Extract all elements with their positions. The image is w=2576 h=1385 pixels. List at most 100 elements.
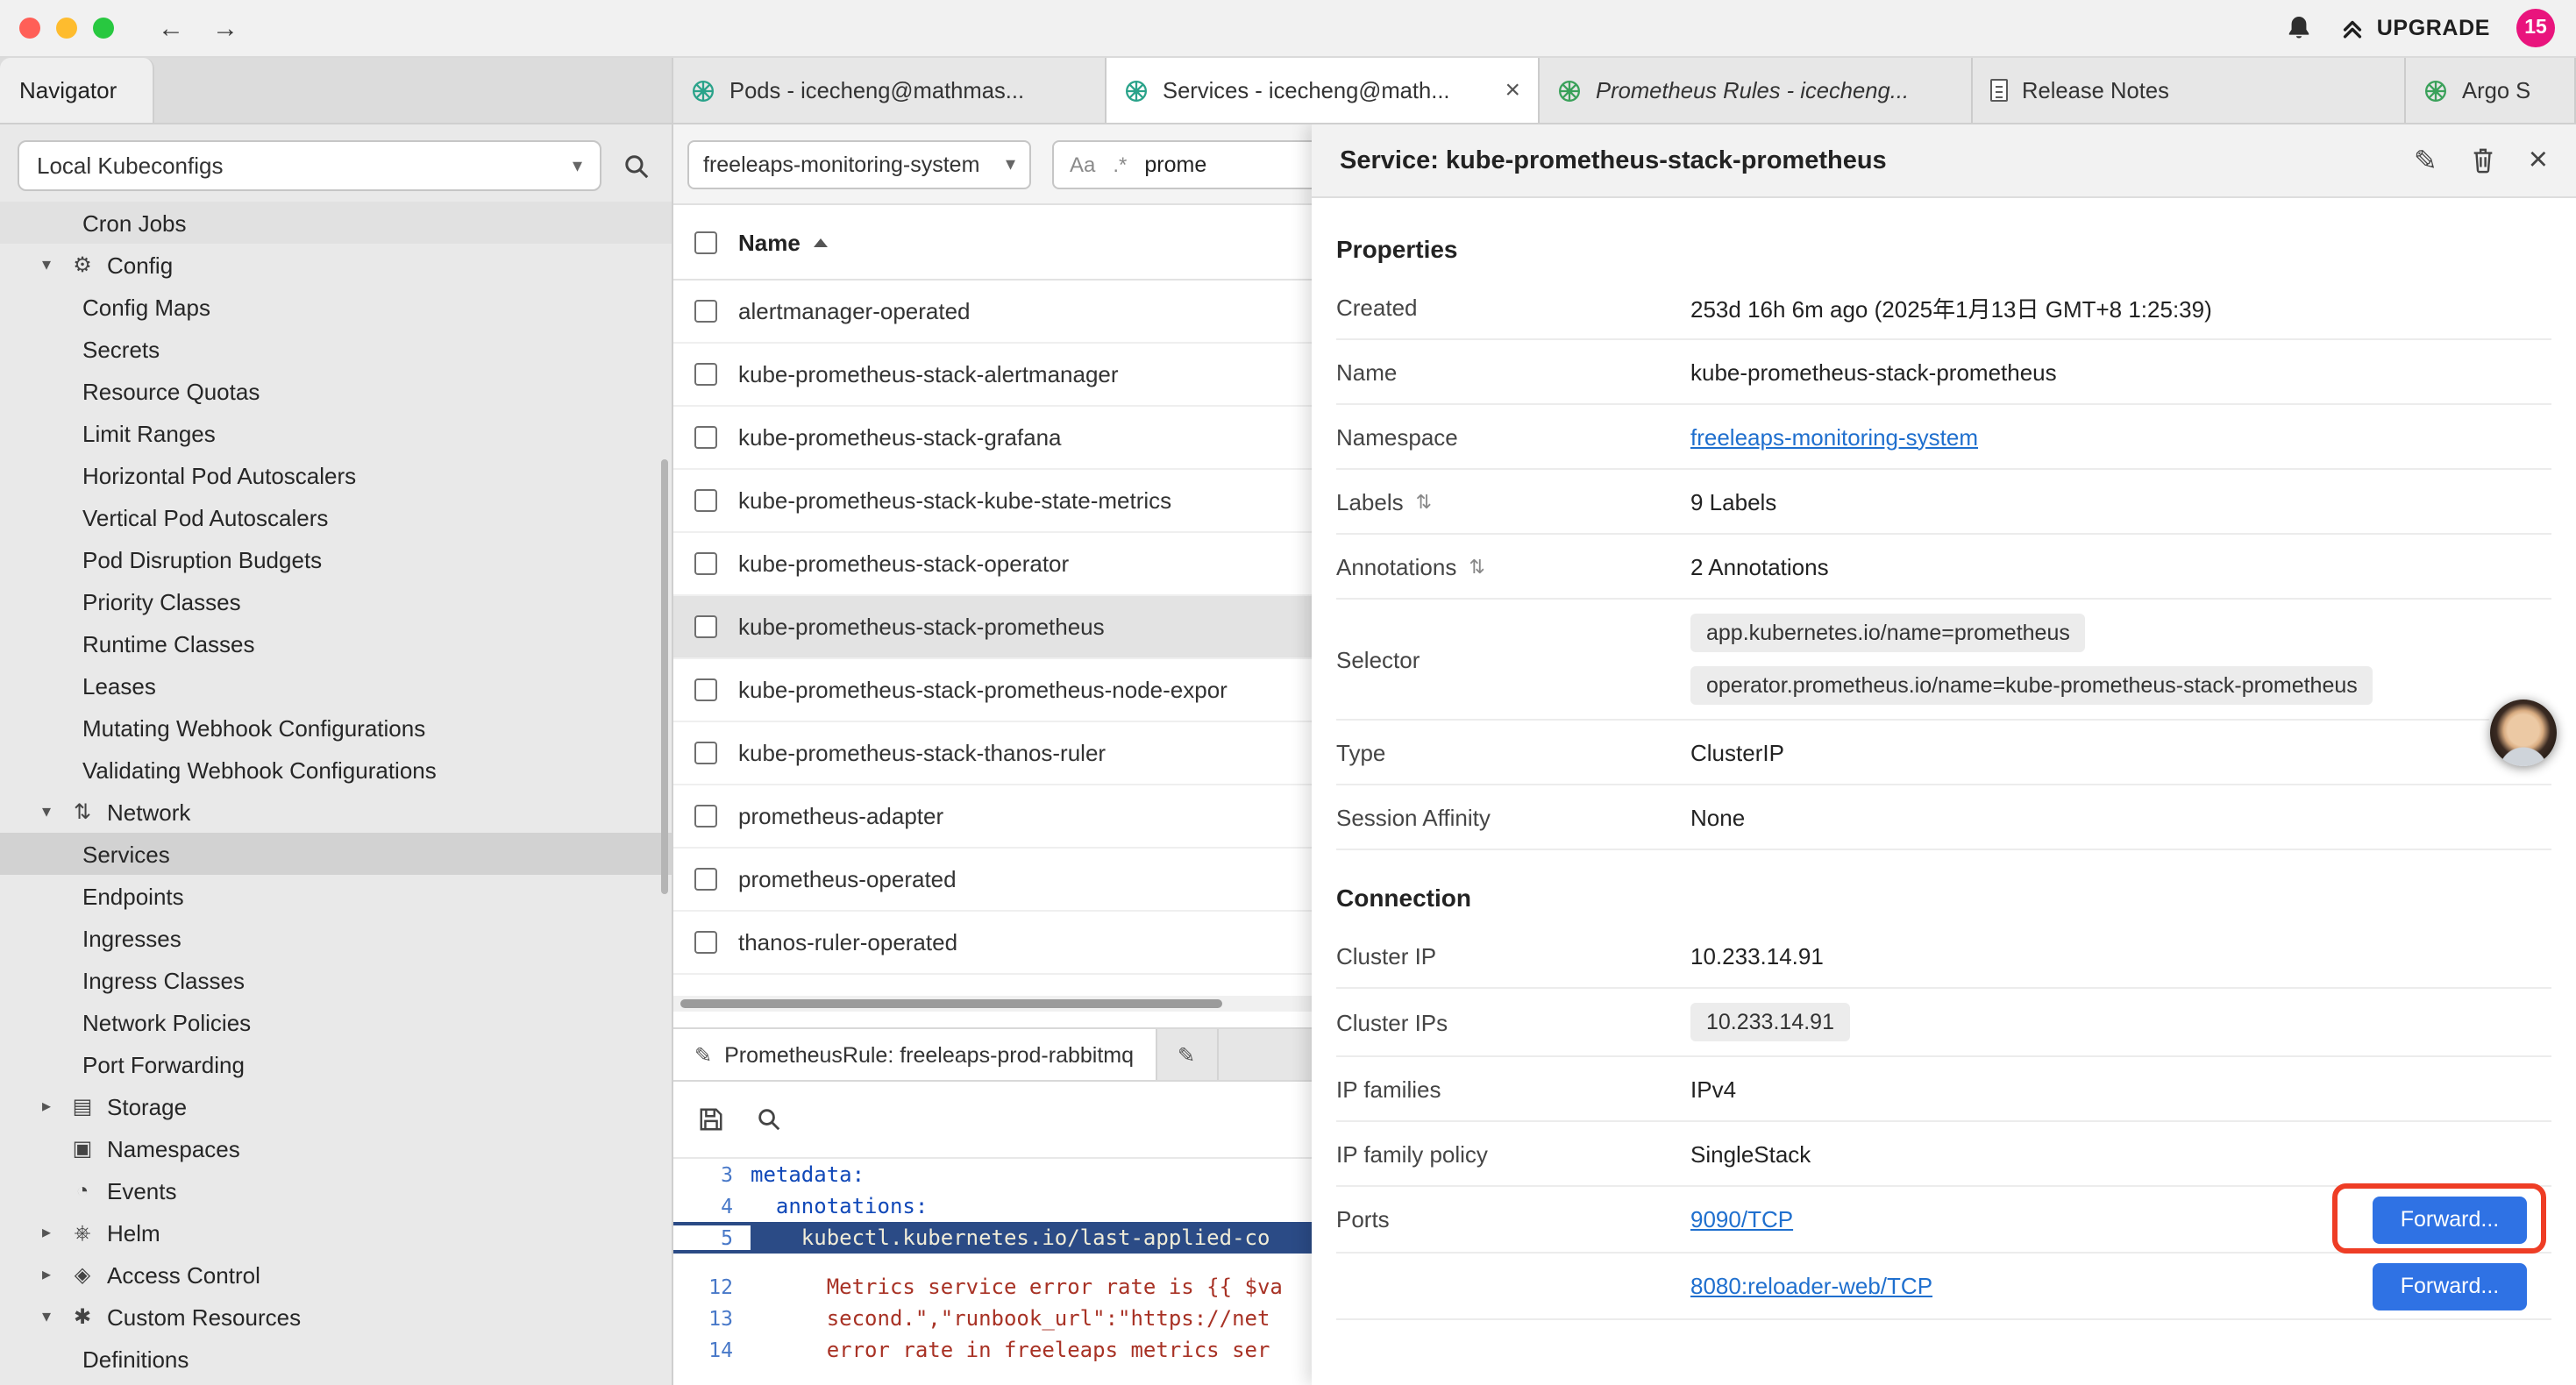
sidebar-item-events[interactable]: ◔Events [0, 1169, 672, 1211]
select-all-checkbox[interactable] [694, 231, 717, 253]
sidebar-item-config-maps[interactable]: Config Maps [0, 286, 672, 328]
row-checkbox[interactable] [694, 678, 717, 701]
navigator-tab[interactable]: Navigator [0, 58, 154, 123]
tab-close-icon[interactable]: × [1505, 77, 1520, 103]
sidebar-item-network[interactable]: ▾⇅Network [0, 791, 672, 833]
sidebar-item-resource-quotas[interactable]: Resource Quotas [0, 370, 672, 412]
row-checkbox[interactable] [694, 426, 717, 449]
horizontal-scrollbar-thumb[interactable] [680, 999, 1222, 1008]
sidebar-item-namespaces[interactable]: ▣Namespaces [0, 1127, 672, 1169]
close-drawer-icon[interactable]: × [2529, 144, 2548, 177]
list-search-input[interactable]: Aa .* prome [1052, 139, 1312, 188]
save-icon[interactable] [698, 1106, 724, 1133]
sidebar-item-helm[interactable]: ▸⎈Helm [0, 1211, 672, 1254]
sidebar-item-services[interactable]: Services [0, 833, 672, 875]
table-row-kube-prometheus-stack-alertmanager[interactable]: kube-prometheus-stack-alertmanager [673, 344, 1312, 407]
sidebar-item-validating-webhook-configurations[interactable]: Validating Webhook Configurations [0, 749, 672, 791]
close-window-button[interactable] [19, 18, 40, 39]
detail-row-selector: Selectorapp.kubernetes.io/name=prometheu… [1336, 600, 2551, 721]
sidebar-item-horizontal-pod-autoscalers[interactable]: Horizontal Pod Autoscalers [0, 454, 672, 496]
tab-services-icecheng-math[interactable]: Services - icecheng@math...× [1107, 58, 1540, 123]
table-row-kube-prometheus-stack-grafana[interactable]: kube-prometheus-stack-grafana [673, 407, 1312, 470]
sidebar-item-label: Mutating Webhook Configurations [82, 714, 425, 741]
chevron-down-icon[interactable]: ▾ [35, 255, 58, 274]
notifications-bell-icon[interactable] [2286, 14, 2314, 42]
yaml-editor[interactable]: 3metadata:4 annotations:5 kubectl.kubern… [673, 1159, 1312, 1385]
name-column-header[interactable]: Name [738, 229, 801, 255]
minimize-window-button[interactable] [56, 18, 77, 39]
namespace-link[interactable]: freeleaps-monitoring-system [1690, 423, 1978, 450]
sidebar-item-config[interactable]: ▾⚙Config [0, 244, 672, 286]
row-checkbox[interactable] [694, 805, 717, 827]
sidebar-item-endpoints[interactable]: Endpoints [0, 875, 672, 917]
chevron-right-icon[interactable]: ▸ [35, 1097, 58, 1116]
delete-resource-icon[interactable] [2471, 147, 2495, 174]
table-row-kube-prometheus-stack-prometheus-node-expor[interactable]: kube-prometheus-stack-prometheus-node-ex… [673, 659, 1312, 722]
row-checkbox[interactable] [694, 742, 717, 764]
table-row-prometheus-operated[interactable]: prometheus-operated [673, 849, 1312, 912]
chevron-right-icon[interactable]: ▸ [35, 1223, 58, 1242]
editor-tab-partial[interactable]: ✎ [1156, 1029, 1218, 1080]
port-link[interactable]: 8080:reloader-web/TCP [1690, 1273, 1932, 1299]
tab-prometheus-rules-icecheng[interactable]: Prometheus Rules - icecheng... [1540, 58, 1973, 123]
regex-toggle[interactable]: .* [1113, 152, 1127, 176]
sidebar-item-pod-disruption-budgets[interactable]: Pod Disruption Budgets [0, 538, 672, 580]
sidebar-item-ingresses[interactable]: Ingresses [0, 917, 672, 959]
row-checkbox[interactable] [694, 552, 717, 575]
tab-argo-s[interactable]: Argo S [2406, 58, 2576, 123]
chevron-down-icon[interactable]: ▾ [35, 1307, 58, 1326]
upgrade-button[interactable]: UPGRADE [2340, 15, 2490, 41]
sidebar-item-cron-jobs[interactable]: Cron Jobs [0, 202, 672, 244]
kubeconfig-selector[interactable]: Local Kubeconfigs ▾ [18, 140, 601, 191]
table-row-alertmanager-operated[interactable]: alertmanager-operated [673, 281, 1312, 344]
sidebar-item-vertical-pod-autoscalers[interactable]: Vertical Pod Autoscalers [0, 496, 672, 538]
sidebar-item-storage[interactable]: ▸▤Storage [0, 1085, 672, 1127]
tab-release-notes[interactable]: Release Notes [1973, 58, 2406, 123]
namespace-filter-select[interactable]: freeleaps-monitoring-system ▾ [687, 139, 1031, 188]
sidebar-item-priority-classes[interactable]: Priority Classes [0, 580, 672, 622]
sort-arrows-icon[interactable]: ⇅ [1416, 490, 1432, 513]
sidebar-item-leases[interactable]: Leases [0, 664, 672, 707]
match-case-toggle[interactable]: Aa [1070, 152, 1095, 176]
maximize-window-button[interactable] [93, 18, 114, 39]
chevron-right-icon[interactable]: ▸ [35, 1265, 58, 1284]
row-checkbox[interactable] [694, 363, 717, 386]
sidebar-item-mutating-webhook-configurations[interactable]: Mutating Webhook Configurations [0, 707, 672, 749]
edit-resource-icon[interactable]: ✎ [2414, 143, 2437, 178]
sidebar-item-custom-resources[interactable]: ▾✱Custom Resources [0, 1296, 672, 1338]
editor-tab-prometheusrule[interactable]: ✎ PrometheusRule: freeleaps-prod-rabbitm… [673, 1029, 1156, 1080]
user-avatar[interactable] [2490, 700, 2557, 766]
editor-search-icon[interactable] [756, 1106, 782, 1133]
sidebar-scrollbar[interactable] [661, 459, 668, 894]
sidebar-item-port-forwarding[interactable]: Port Forwarding [0, 1043, 672, 1085]
table-row-prometheus-adapter[interactable]: prometheus-adapter [673, 785, 1312, 849]
sort-arrows-icon[interactable]: ⇅ [1469, 555, 1484, 578]
row-checkbox[interactable] [694, 615, 717, 638]
sidebar-search-icon[interactable] [623, 152, 651, 180]
chevron-down-icon[interactable]: ▾ [35, 802, 58, 821]
notification-count-badge[interactable]: 15 [2516, 9, 2555, 47]
sidebar-item-definitions[interactable]: Definitions [0, 1338, 672, 1380]
forward-button[interactable]: Forward... [2373, 1196, 2527, 1243]
forward-button[interactable]: Forward... [2373, 1262, 2527, 1310]
table-row-thanos-ruler-operated[interactable]: thanos-ruler-operated [673, 912, 1312, 975]
sidebar-item-runtime-classes[interactable]: Runtime Classes [0, 622, 672, 664]
table-row-kube-prometheus-stack-prometheus[interactable]: kube-prometheus-stack-prometheus [673, 596, 1312, 659]
sidebar-item-limit-ranges[interactable]: Limit Ranges [0, 412, 672, 454]
section-heading-connection: Connection [1336, 871, 2551, 924]
sidebar-item-network-policies[interactable]: Network Policies [0, 1001, 672, 1043]
tab-pods-icecheng-mathmas[interactable]: Pods - icecheng@mathmas... [673, 58, 1107, 123]
back-icon[interactable]: ← [158, 13, 184, 43]
table-row-kube-prometheus-stack-operator[interactable]: kube-prometheus-stack-operator [673, 533, 1312, 596]
table-row-kube-prometheus-stack-thanos-ruler[interactable]: kube-prometheus-stack-thanos-ruler [673, 722, 1312, 785]
port-link[interactable]: 9090/TCP [1690, 1206, 1793, 1232]
forward-icon[interactable]: → [212, 13, 238, 43]
sidebar-item-ingress-classes[interactable]: Ingress Classes [0, 959, 672, 1001]
table-row-kube-prometheus-stack-kube-state-metrics[interactable]: kube-prometheus-stack-kube-state-metrics [673, 470, 1312, 533]
row-checkbox[interactable] [694, 300, 717, 323]
sidebar-item-access-control[interactable]: ▸◈Access Control [0, 1254, 672, 1296]
row-checkbox[interactable] [694, 931, 717, 954]
row-checkbox[interactable] [694, 868, 717, 891]
sidebar-item-secrets[interactable]: Secrets [0, 328, 672, 370]
row-checkbox[interactable] [694, 489, 717, 512]
